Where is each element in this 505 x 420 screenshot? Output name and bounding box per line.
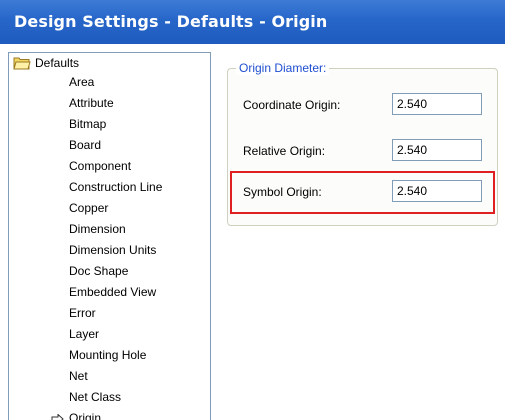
tree-item-label: Attribute: [69, 96, 114, 110]
symbol-origin-label: Symbol Origin:: [243, 185, 322, 199]
tree-items: Area Attribute Bitmap Board Component Co…: [51, 72, 162, 420]
selected-arrow-icon: [50, 408, 64, 420]
tree-item-label: Net: [69, 369, 88, 383]
title-bar: Design Settings - Defaults - Origin: [0, 0, 505, 44]
tree-item-mounting-hole[interactable]: Mounting Hole: [69, 345, 162, 366]
relative-origin-input[interactable]: [392, 139, 482, 161]
tree-item-label: Construction Line: [69, 180, 163, 194]
tree-item-copper[interactable]: Copper: [69, 198, 162, 219]
tree-item-label: Error: [69, 306, 96, 320]
tree-item-label: Component: [69, 159, 132, 173]
tree-item-doc-shape[interactable]: Doc Shape: [69, 261, 162, 282]
tree-item-label: Embedded View: [69, 285, 157, 299]
tree-item-area[interactable]: Area: [69, 72, 162, 93]
relative-origin-label: Relative Origin:: [243, 144, 326, 158]
tree-root-defaults[interactable]: Defaults: [13, 54, 79, 72]
tree-item-dimension-units[interactable]: Dimension Units: [69, 240, 162, 261]
tree-item-label: Bitmap: [69, 117, 107, 131]
tree-item-label: Doc Shape: [69, 264, 129, 278]
tree-item-origin[interactable]: Origin: [51, 408, 162, 420]
tree-item-label: Origin: [69, 411, 102, 420]
settings-tree[interactable]: Defaults Area Attribute Bitmap Board Com…: [8, 52, 211, 420]
tree-item-label: Area: [69, 75, 95, 89]
tree-item-board[interactable]: Board: [69, 135, 162, 156]
tree-item-construction-line[interactable]: Construction Line: [69, 177, 162, 198]
tree-item-component[interactable]: Component: [69, 156, 162, 177]
window-title: Design Settings - Defaults - Origin: [14, 12, 328, 31]
coordinate-origin-input[interactable]: [392, 93, 482, 115]
tree-item-dimension[interactable]: Dimension: [69, 219, 162, 240]
tree-item-error[interactable]: Error: [69, 303, 162, 324]
tree-item-net[interactable]: Net: [69, 366, 162, 387]
tree-item-label: Dimension: [69, 222, 126, 236]
tree-item-label: Net Class: [69, 390, 122, 404]
tree-item-net-class[interactable]: Net Class: [69, 387, 162, 408]
open-folder-icon: [13, 56, 31, 70]
coordinate-origin-label: Coordinate Origin:: [243, 98, 341, 112]
symbol-origin-input[interactable]: [392, 180, 482, 202]
group-title: Origin Diameter:: [236, 61, 330, 75]
tree-item-label: Board: [69, 138, 102, 152]
tree-item-attribute[interactable]: Attribute: [69, 93, 162, 114]
tree-item-label: Mounting Hole: [69, 348, 147, 362]
tree-item-bitmap[interactable]: Bitmap: [69, 114, 162, 135]
tree-item-label: Dimension Units: [69, 243, 157, 257]
tree-item-label: Copper: [69, 201, 109, 215]
tree-item-embedded-view[interactable]: Embedded View: [69, 282, 162, 303]
tree-root-label: Defaults: [35, 56, 80, 70]
tree-item-label: Layer: [69, 327, 100, 341]
tree-item-layer[interactable]: Layer: [69, 324, 162, 345]
